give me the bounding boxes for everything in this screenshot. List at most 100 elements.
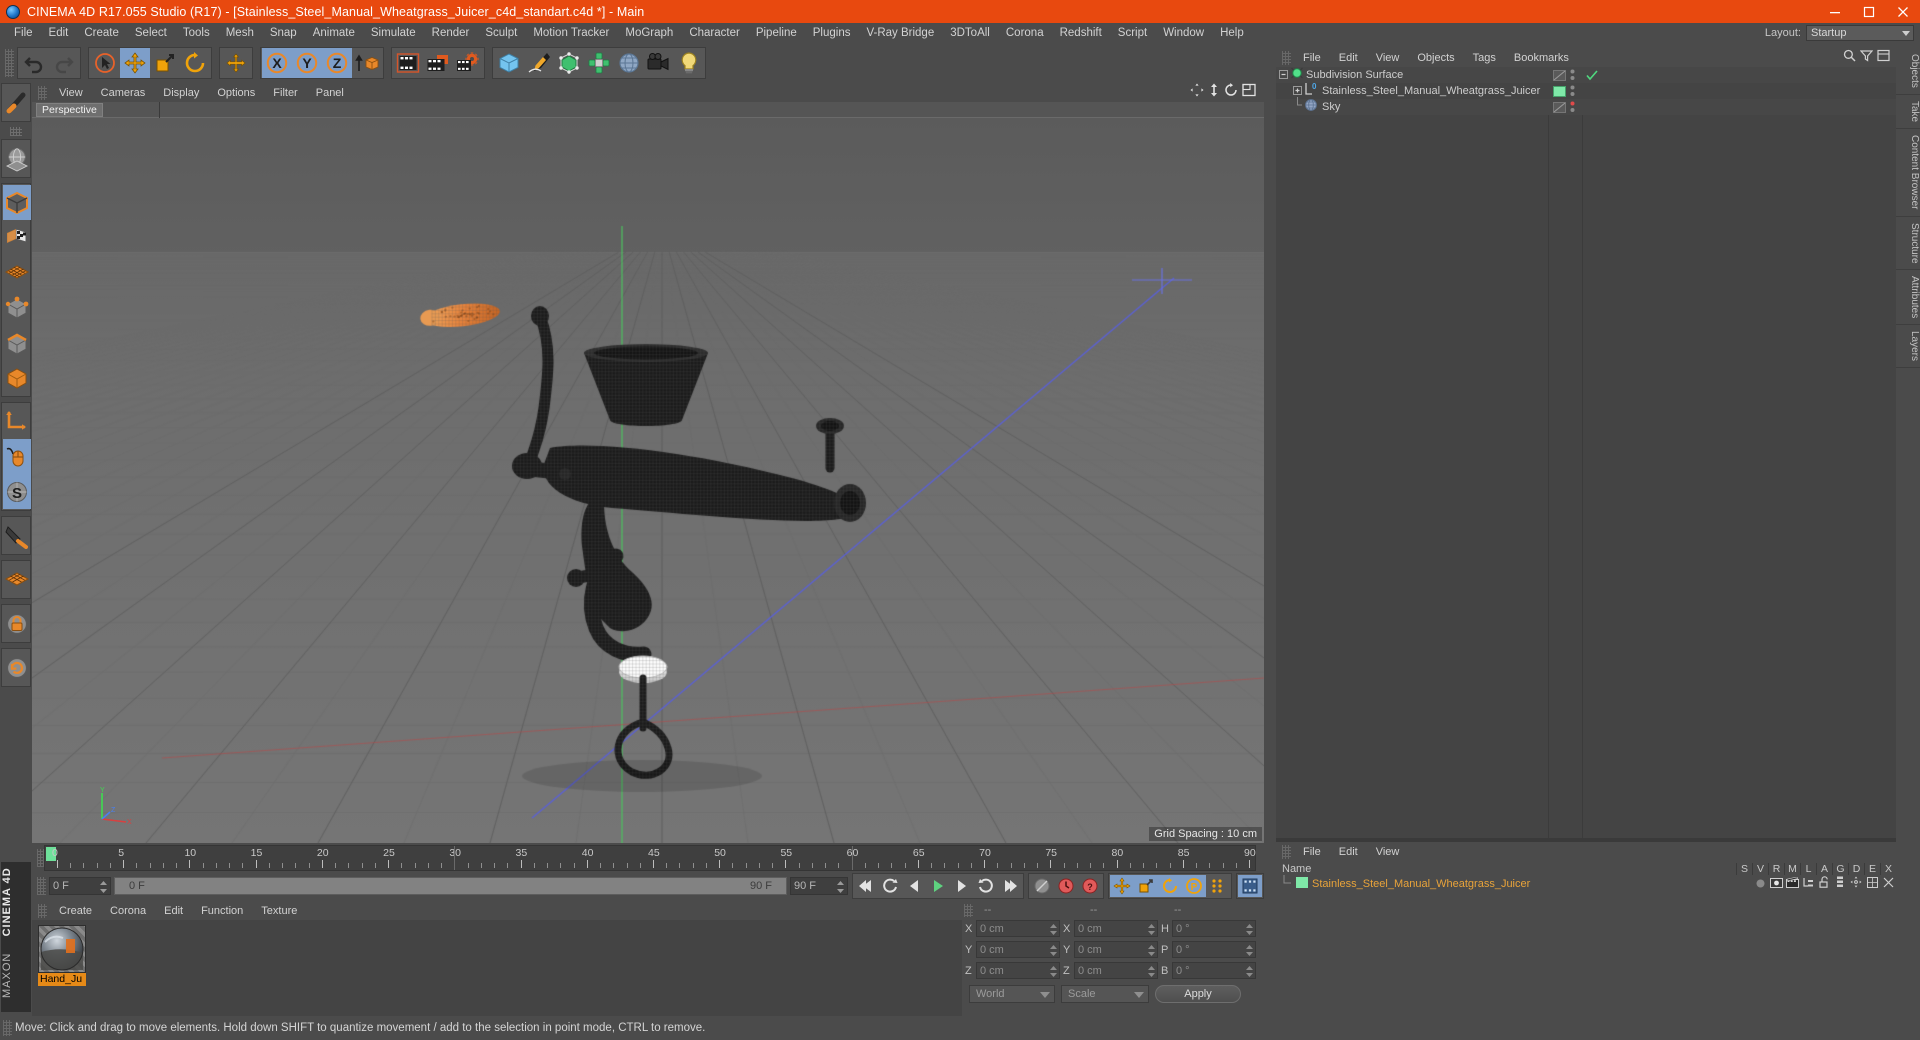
layer-icon[interactable] (1832, 875, 1848, 893)
viewport-menu-cameras[interactable]: Cameras (92, 87, 155, 99)
viewport-tab-perspective[interactable]: Perspective (36, 103, 103, 117)
panel-divider-vertical[interactable] (1264, 83, 1276, 1016)
structure-row[interactable]: Stainless_Steel_Manual_Wheatgrass_Juicer (1276, 876, 1896, 892)
expander-minus-icon[interactable] (1276, 66, 1290, 84)
coordinate-system-dropdown[interactable]: World (969, 985, 1055, 1003)
dot-icon[interactable] (1752, 875, 1768, 893)
viewport-menu-options[interactable]: Options (208, 87, 264, 99)
deformer-icon[interactable] (584, 48, 614, 78)
render-settings-icon[interactable] (453, 48, 483, 78)
timeline-start-frame-field[interactable]: 0 F (49, 877, 111, 895)
object-menu-view[interactable]: View (1367, 52, 1409, 64)
visibility-dots[interactable] (1570, 69, 1575, 81)
param-key-icon[interactable]: P (1182, 875, 1206, 897)
menu-motion-tracker[interactable]: Motion Tracker (525, 23, 617, 43)
menu-mesh[interactable]: Mesh (218, 23, 262, 43)
pan-icon[interactable] (1190, 83, 1204, 102)
keyframe-selection-icon[interactable]: ? (1078, 875, 1102, 897)
coord-field-rot-p[interactable]: 0 ° (1172, 941, 1256, 958)
object-manager-grip[interactable] (1282, 51, 1291, 65)
spinner-icon[interactable] (1148, 924, 1155, 938)
right-tab-layers[interactable]: Layers (1896, 325, 1920, 368)
render-view-icon[interactable] (393, 48, 423, 78)
object-manager-tree[interactable]: Subdivision Surface 0 Stainless_Steel_Ma… (1276, 67, 1896, 838)
object-tag-cell[interactable] (1553, 86, 1566, 97)
material-item[interactable]: Hand_Ju (38, 925, 86, 986)
edge-mode-icon[interactable] (3, 325, 31, 360)
object-row-juicer[interactable]: 0 Stainless_Steel_Manual_Wheatgrass_Juic… (1276, 83, 1896, 99)
render-region-icon[interactable] (423, 48, 453, 78)
menu-vray-bridge[interactable]: V-Ray Bridge (858, 23, 942, 43)
environment-icon[interactable] (614, 48, 644, 78)
point-mode-icon[interactable] (3, 290, 31, 325)
viewport-solo-icon[interactable] (3, 439, 31, 474)
right-tab-objects[interactable]: Objects (1896, 48, 1920, 95)
axis-modify-icon[interactable] (3, 404, 31, 439)
axis-z-icon[interactable]: Z (322, 48, 352, 78)
rotate-view-icon[interactable] (1224, 83, 1238, 102)
material-preview-thumbnail[interactable] (38, 925, 86, 973)
prev-frame-icon[interactable] (902, 875, 926, 897)
menu-script[interactable]: Script (1110, 23, 1155, 43)
undo-icon[interactable] (19, 48, 49, 78)
menu-pipeline[interactable]: Pipeline (748, 23, 805, 43)
polygon-mode-icon[interactable] (3, 255, 31, 290)
spinner-icon[interactable] (1050, 966, 1057, 980)
next-frame-icon[interactable] (950, 875, 974, 897)
knife-icon[interactable] (3, 518, 31, 553)
enabled-check-icon[interactable] (1586, 70, 1598, 81)
menu-select[interactable]: Select (127, 23, 175, 43)
coord-field-size-x[interactable]: 0 cm (1074, 920, 1158, 937)
record-disabled-icon[interactable] (1030, 875, 1054, 897)
status-grip[interactable] (3, 1020, 12, 1036)
move-icon[interactable] (120, 48, 150, 78)
coordinate-mode-dropdown[interactable]: Scale (1061, 985, 1149, 1003)
right-tab-take[interactable]: Take (1896, 95, 1920, 129)
menu-tools[interactable]: Tools (175, 23, 218, 43)
maximize-view-icon[interactable] (1242, 83, 1256, 102)
col-g[interactable]: G (1832, 863, 1848, 875)
position-key-icon[interactable] (1110, 875, 1134, 897)
autokey-icon[interactable] (1054, 875, 1078, 897)
viewport-menu-filter[interactable]: Filter (264, 87, 306, 99)
world-object-toggle-icon[interactable] (352, 48, 382, 78)
coord-field-pos-x[interactable]: 0 cm (976, 920, 1060, 937)
object-menu-file[interactable]: File (1294, 52, 1330, 64)
hierarchy-icon[interactable] (1800, 875, 1816, 893)
menu-help[interactable]: Help (1212, 23, 1252, 43)
viewport-menu-view[interactable]: View (50, 87, 92, 99)
spinner-icon[interactable] (1148, 966, 1155, 980)
viewport-menu-grip[interactable] (38, 86, 47, 100)
object-menu-bookmarks[interactable]: Bookmarks (1505, 52, 1578, 64)
search-icon[interactable] (1843, 49, 1856, 67)
lock-icon[interactable] (3, 606, 31, 641)
material-menu-texture[interactable]: Texture (252, 905, 306, 917)
object-menu-tags[interactable]: Tags (1464, 52, 1505, 64)
menu-edit[interactable]: Edit (41, 23, 77, 43)
menu-file[interactable]: File (6, 23, 41, 43)
viewport-3d-canvas[interactable]: Y X Z Grid Spacing : 10 cm (32, 118, 1264, 843)
close-icon[interactable] (1886, 0, 1920, 23)
timeline-icon[interactable] (1238, 875, 1262, 897)
snap-enable-icon[interactable]: S (3, 474, 31, 509)
menu-sculpt[interactable]: Sculpt (477, 23, 525, 43)
coord-field-rot-h[interactable]: 0 ° (1172, 920, 1256, 937)
menu-simulate[interactable]: Simulate (363, 23, 424, 43)
juicer-model-mesh[interactable] (32, 118, 1264, 843)
filter-icon[interactable] (1860, 49, 1873, 67)
cube-primitive-icon[interactable] (494, 48, 524, 78)
dolly-icon[interactable] (1208, 83, 1220, 102)
object-mode-icon[interactable] (3, 360, 31, 395)
deform-icon[interactable] (1864, 875, 1880, 893)
spinner-icon[interactable] (837, 881, 844, 893)
timeline-ruler[interactable]: 051015202530354045505560657075808590 (44, 845, 1256, 871)
prev-key-icon[interactable] (878, 875, 902, 897)
panel-layout-icon[interactable] (1877, 49, 1890, 67)
model-mode-icon[interactable] (3, 185, 31, 220)
right-tab-structure[interactable]: Structure (1896, 217, 1920, 271)
menu-animate[interactable]: Animate (305, 23, 363, 43)
col-x[interactable]: X (1880, 863, 1896, 875)
axis-x-icon[interactable]: X (262, 48, 292, 78)
apply-button[interactable]: Apply (1155, 985, 1241, 1003)
rotation-key-icon[interactable] (1158, 875, 1182, 897)
